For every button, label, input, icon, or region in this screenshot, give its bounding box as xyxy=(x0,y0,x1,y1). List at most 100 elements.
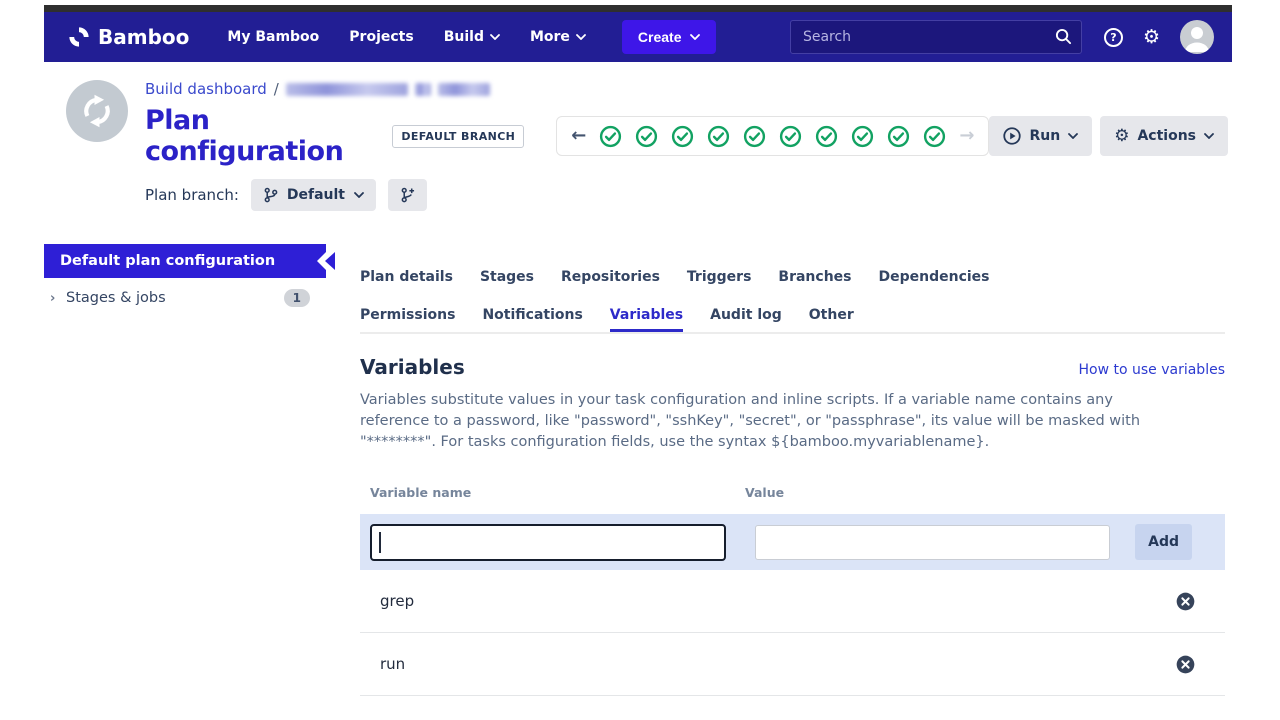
build-success-icon[interactable] xyxy=(851,125,874,148)
default-branch-badge: DEFAULT BRANCH xyxy=(392,125,524,148)
search-icon[interactable] xyxy=(1055,28,1072,45)
build-success-icon[interactable] xyxy=(923,125,946,148)
create-branch-button[interactable] xyxy=(388,179,427,211)
help-icon[interactable]: ? xyxy=(1104,28,1123,47)
column-variable-name: Variable name xyxy=(360,485,745,500)
build-success-icon[interactable] xyxy=(815,125,838,148)
plan-avatar xyxy=(66,80,128,142)
add-button[interactable]: Add xyxy=(1135,524,1192,560)
how-to-use-variables-link[interactable]: How to use variables xyxy=(1078,362,1225,378)
tab-other[interactable]: Other xyxy=(809,307,854,332)
tab-repositories[interactable]: Repositories xyxy=(561,269,660,294)
nav-build[interactable]: Build xyxy=(444,29,500,45)
selected-item-arrow-icon xyxy=(325,252,335,270)
build-success-icon[interactable] xyxy=(635,125,658,148)
tab-stages[interactable]: Stages xyxy=(480,269,534,294)
actions-button[interactable]: ⚙ Actions xyxy=(1100,116,1228,156)
user-avatar[interactable] xyxy=(1180,20,1214,54)
nav-icon-group: ? ⚙ xyxy=(1104,20,1214,54)
sidebar-item-default-plan-configuration[interactable]: Default plan configuration xyxy=(44,244,326,278)
variable-name: run xyxy=(380,655,405,673)
plan-header: Build dashboard / Plan configuration DEF… xyxy=(44,62,1232,240)
breadcrumb: Build dashboard / xyxy=(145,80,1232,98)
redacted-project-name xyxy=(286,83,408,96)
search-box xyxy=(790,20,1082,54)
nav-my-bamboo[interactable]: My Bamboo xyxy=(227,29,319,45)
delete-variable-button[interactable] xyxy=(1176,655,1195,674)
column-value: Value xyxy=(745,485,784,500)
branch-create-icon xyxy=(400,187,415,203)
section-title: Variables xyxy=(360,355,465,379)
redacted-plan-name xyxy=(438,83,490,96)
variable-row: grep xyxy=(360,570,1225,633)
build-success-icon[interactable] xyxy=(599,125,622,148)
sidebar-item-label: Stages & jobs xyxy=(66,290,166,306)
build-success-icon[interactable] xyxy=(887,125,910,148)
tab-notifications[interactable]: Notifications xyxy=(482,307,582,332)
variable-value-input[interactable] xyxy=(755,525,1110,560)
search-input[interactable] xyxy=(790,20,1082,54)
variable-rows: grep run xyxy=(360,570,1225,696)
stages-count-badge: 1 xyxy=(284,289,310,307)
run-button[interactable]: Run xyxy=(989,116,1092,156)
table-header: Variable name Value xyxy=(360,485,1225,500)
text-caret xyxy=(379,532,381,553)
add-variable-row: Add xyxy=(360,514,1225,570)
variable-name: grep xyxy=(380,592,414,610)
variable-row: run xyxy=(360,633,1225,696)
chevron-down-icon xyxy=(1068,133,1078,139)
tab-branches[interactable]: Branches xyxy=(778,269,851,294)
sidebar-selected-label: Default plan configuration xyxy=(60,253,275,269)
page: Bamboo My Bamboo Projects Build More Cre… xyxy=(44,5,1232,696)
chevron-down-icon xyxy=(576,34,586,40)
settings-gear-icon[interactable]: ⚙ xyxy=(1143,28,1160,47)
create-button[interactable]: Create xyxy=(622,20,716,54)
sidebar-item-stages-jobs[interactable]: › Stages & jobs 1 xyxy=(44,278,326,318)
results-forward-arrow-icon: → xyxy=(959,127,974,145)
redacted-separator xyxy=(415,83,431,96)
delete-variable-button[interactable] xyxy=(1176,592,1195,611)
tab-plan-details[interactable]: Plan details xyxy=(360,269,453,294)
breadcrumb-separator: / xyxy=(274,80,279,98)
config-sidebar: Default plan configuration › Stages & jo… xyxy=(44,244,326,696)
play-icon xyxy=(1003,127,1021,145)
results-back-arrow-icon[interactable]: ← xyxy=(571,127,586,145)
chevron-down-icon xyxy=(1204,133,1214,139)
variables-description: Variables substitute values in your task… xyxy=(360,390,1155,453)
bamboo-logo[interactable]: Bamboo xyxy=(68,25,189,49)
tab-triggers[interactable]: Triggers xyxy=(687,269,752,294)
top-navbar: Bamboo My Bamboo Projects Build More Cre… xyxy=(44,12,1232,62)
build-success-icon[interactable] xyxy=(743,125,766,148)
nav-projects[interactable]: Projects xyxy=(349,29,413,45)
plan-branch-label: Plan branch: xyxy=(145,186,239,204)
breadcrumb-build-dashboard[interactable]: Build dashboard xyxy=(145,80,267,98)
tab-variables[interactable]: Variables xyxy=(610,307,683,332)
brand-name: Bamboo xyxy=(98,25,189,49)
branch-icon xyxy=(263,187,278,203)
build-results-icons xyxy=(599,125,946,148)
tab-dependencies[interactable]: Dependencies xyxy=(879,269,990,294)
tab-audit-log[interactable]: Audit log xyxy=(710,307,782,332)
tab-permissions[interactable]: Permissions xyxy=(360,307,455,332)
nav-more[interactable]: More xyxy=(530,29,586,45)
chevron-right-icon: › xyxy=(50,291,66,306)
build-results-strip: ← → xyxy=(556,116,989,156)
delete-icon xyxy=(1176,592,1195,611)
variable-name-input[interactable] xyxy=(370,524,726,561)
person-icon xyxy=(1180,20,1214,54)
actions-gear-icon: ⚙ xyxy=(1114,128,1129,145)
build-success-icon[interactable] xyxy=(707,125,730,148)
page-title: Plan configuration xyxy=(145,105,378,167)
window-top-strip xyxy=(44,5,1232,12)
chevron-down-icon xyxy=(690,34,700,40)
bamboo-logo-icon xyxy=(68,26,90,48)
tab-bar: Plan details Stages Repositories Triggers Br… xyxy=(360,269,1225,334)
chevron-down-icon xyxy=(490,34,500,40)
chevron-down-icon xyxy=(354,192,364,198)
sync-arrows-icon xyxy=(77,91,117,131)
build-success-icon[interactable] xyxy=(671,125,694,148)
main-content: Plan details Stages Repositories Triggers Br… xyxy=(360,244,1232,696)
build-success-icon[interactable] xyxy=(779,125,802,148)
delete-icon xyxy=(1176,655,1195,674)
branch-selector[interactable]: Default xyxy=(251,179,376,211)
